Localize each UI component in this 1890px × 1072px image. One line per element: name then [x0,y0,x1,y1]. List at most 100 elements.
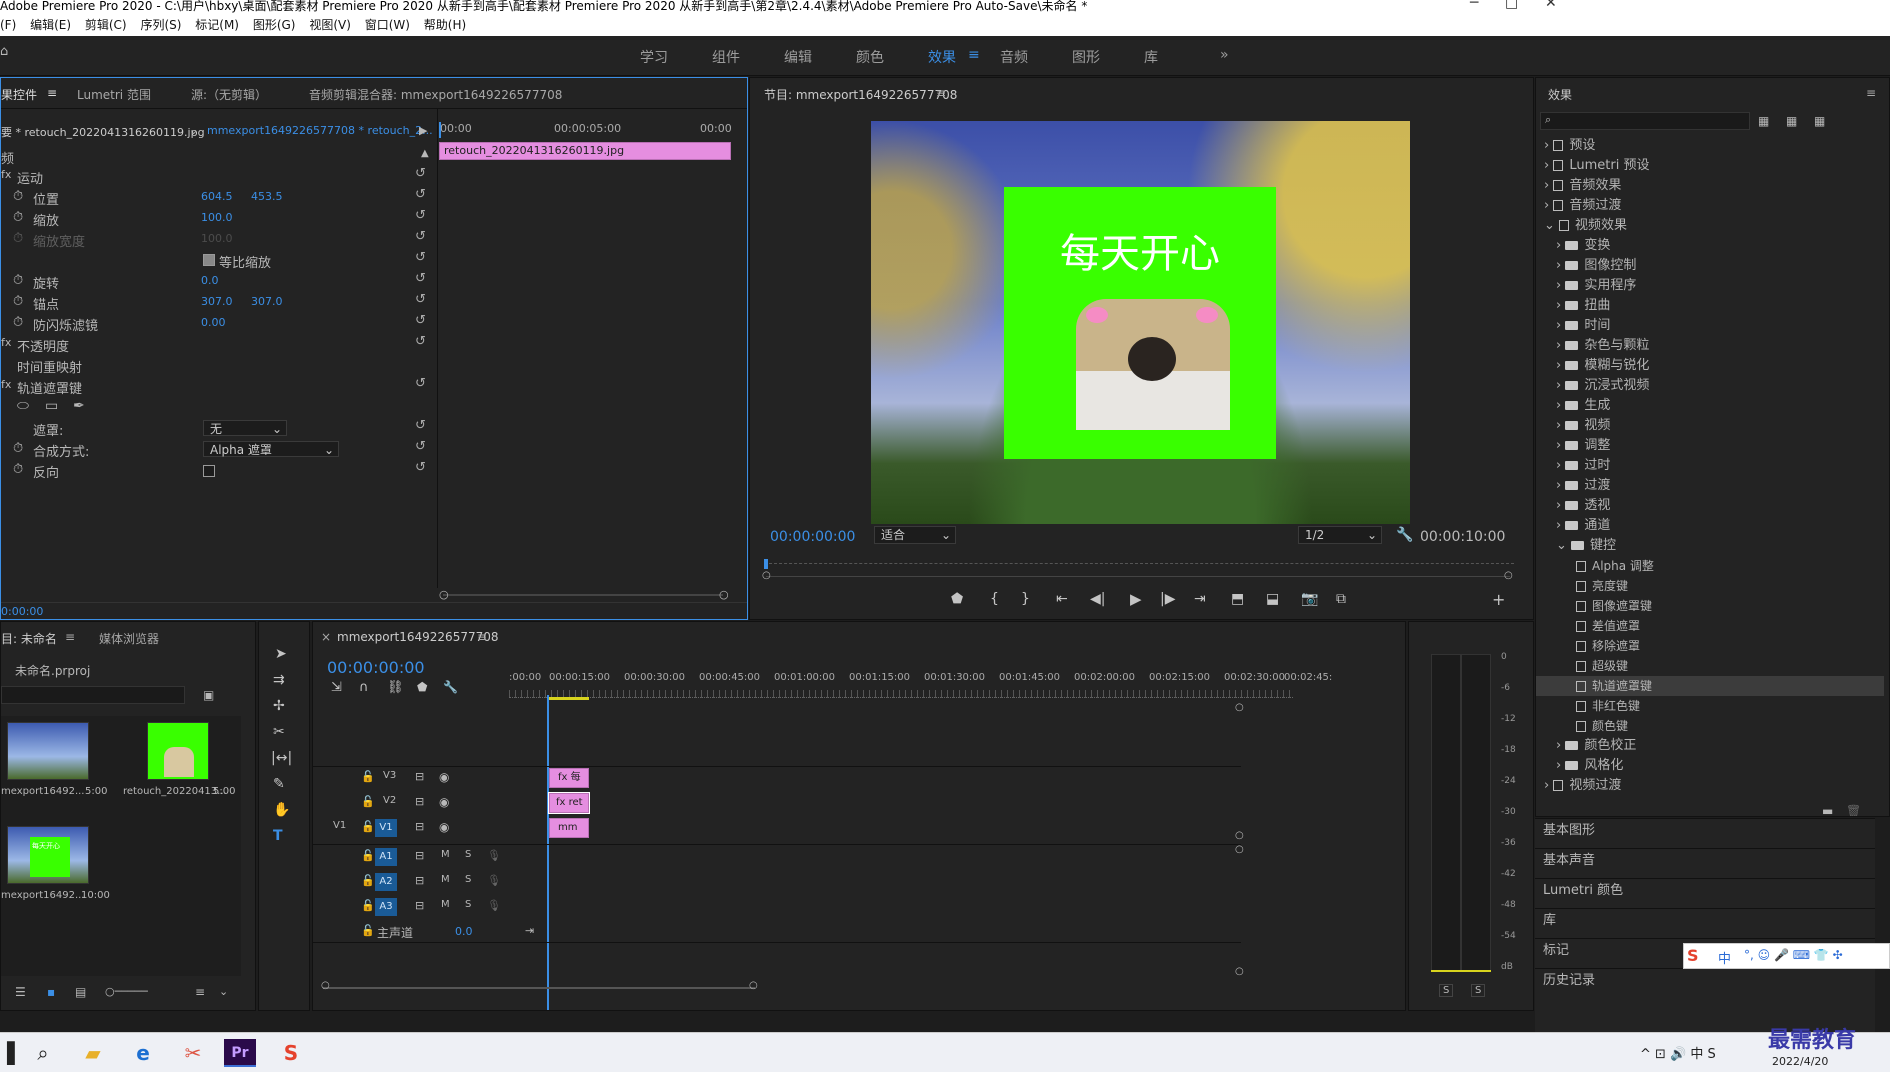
play-clip-icon[interactable]: ▶ [419,124,427,137]
ec-timecode[interactable]: 0:00:00 [1,605,43,618]
file-explorer-icon[interactable]: ▰ [78,1039,108,1067]
play-icon[interactable]: ▶ [1130,590,1142,608]
tree-item-video-effect[interactable]: › 通道 [1544,516,1884,536]
workspace-assembly[interactable]: 组件 [712,47,740,67]
track-target-a3[interactable]: A3 [375,898,397,916]
add-marker-icon[interactable]: ⬟ [417,680,427,694]
time-remap-row[interactable]: 时间重映射 [1,355,437,376]
maximize-icon[interactable]: □ [1505,0,1518,10]
scroll-handle-icon[interactable]: ○ [439,588,449,601]
tree-item-video-effect[interactable]: › 过渡 [1544,476,1884,496]
lock-icon[interactable]: 🔓 [361,795,375,808]
step-forward-icon[interactable]: |▶ [1160,591,1175,607]
pen-tool-icon[interactable]: ✎ [273,776,285,792]
tree-item-video-effect[interactable]: › 变换 [1544,236,1884,256]
zoom-handle-icon[interactable]: ○ [1504,570,1513,581]
go-to-end-icon[interactable]: ⇥ [525,924,534,937]
panel-menu-icon[interactable]: ≡ [47,86,57,100]
zoom-slider-handle[interactable]: ○───── [105,985,148,998]
source-patch-v1[interactable]: V1 [333,820,346,831]
trash-icon[interactable]: 🗑 [1846,804,1861,816]
tree-item-keying-effect[interactable]: 非红色键 [1544,696,1884,716]
project-item-thumb[interactable] [147,722,209,780]
scroll-handle-icon[interactable]: ○ [749,980,758,991]
timeline-ruler[interactable]: :00:00 00:00:15:00 00:00:30:00 00:00:45:… [509,672,1332,702]
program-playhead[interactable] [764,559,768,569]
tree-item-audio-effects[interactable]: › 音频效果 [1544,176,1884,196]
lock-icon[interactable]: 🔓 [361,770,375,783]
tree-item-lumetri-presets[interactable]: › Lumetri 预设 [1544,156,1884,176]
edge-icon[interactable]: e [128,1039,158,1067]
workspace-graphics[interactable]: 图形 [1072,47,1100,67]
workspace-libraries[interactable]: 库 [1144,47,1158,67]
ime-mode[interactable]: 中 [1718,948,1731,967]
sogou-taskbar-icon[interactable]: S [276,1039,306,1067]
tree-item-keying-effect[interactable]: 图像遮罩键 [1544,596,1884,616]
new-bin-icon[interactable]: ▣ [203,688,214,702]
tree-item-video-effect[interactable]: › 过时 [1544,456,1884,476]
sync-lock-icon[interactable]: ⊟ [415,770,424,783]
tree-item-keying-effect[interactable]: 颜色键 [1544,716,1884,736]
rotation-value[interactable]: 0.0 [201,274,219,287]
tree-item-keying-effect[interactable]: 超级键 [1544,656,1884,676]
export-frame-icon[interactable]: 📷 [1301,591,1318,607]
lift-icon[interactable]: ⬒ [1231,591,1244,607]
tree-item-video-effect[interactable]: › 时间 [1544,316,1884,336]
tab-audio-clip-mixer[interactable]: 音频剪辑混合器: mmexport1649226577708 [309,86,562,103]
flicker-value[interactable]: 0.00 [201,316,226,329]
tree-item-keying[interactable]: ⌄ 键控 [1544,536,1884,556]
solo-button[interactable]: S [465,874,471,885]
tree-item-video-effect[interactable]: › 透视 [1544,496,1884,516]
track-target-a2[interactable]: A2 [375,873,397,891]
reset-icon[interactable]: ↺ [415,334,426,349]
new-bin-icon[interactable]: ▬ [1822,804,1833,816]
tree-item-video-effect[interactable]: › 图像控制 [1544,256,1884,276]
stopwatch-icon[interactable]: ⏱ [13,189,23,204]
mark-in-icon[interactable]: { [990,591,999,607]
panel-essential-sound[interactable]: 基本声音 [1535,848,1875,872]
sync-lock-icon[interactable]: ⊟ [415,849,424,862]
project-search-input[interactable] [1,686,185,704]
sync-lock-icon[interactable]: ⊟ [415,795,424,808]
stopwatch-icon[interactable]: ⏱ [13,294,23,309]
tree-item-track-matte-key-selected[interactable]: 轨道遮罩键 [1536,676,1884,696]
accelerated-effects-icon[interactable]: ▦ [1758,114,1769,128]
panel-menu-icon[interactable]: ≡ [1866,86,1876,100]
menu-clip[interactable]: 剪辑(C) [85,18,127,32]
tree-item-video-effect[interactable]: › 模糊与锐化 [1544,356,1884,376]
solo-right-button[interactable]: S [1471,984,1486,997]
panel-history[interactable]: 历史记录 [1535,968,1875,992]
tree-item-video-effect[interactable]: › 生成 [1544,396,1884,416]
tree-item-video-effect[interactable]: › 风格化 [1544,756,1884,776]
tree-item-video-effects[interactable]: ⌄ 视频效果 [1544,216,1884,236]
menu-window[interactable]: 窗口(W) [365,18,410,32]
sync-lock-icon[interactable]: ⊟ [415,899,424,912]
reset-icon[interactable]: ↺ [415,313,426,328]
minimize-icon[interactable]: ─ [1470,0,1478,10]
chevron-down-icon[interactable]: ⌄ [219,985,228,998]
tree-item-keying-effect[interactable]: 移除遮罩 [1544,636,1884,656]
effects-title[interactable]: 效果 [1548,86,1572,103]
pen-mask-icon[interactable]: ✒ [73,398,85,414]
composite-dropdown[interactable]: Alpha 遮罩 ⌄ [203,441,339,457]
eye-icon[interactable]: ◉ [439,795,449,809]
mask-dropdown[interactable]: 无 ⌄ [203,420,287,436]
tree-item-video-effect[interactable]: › 调整 [1544,436,1884,456]
project-item-thumb[interactable] [7,722,89,780]
scale-value[interactable]: 100.0 [201,211,233,224]
sequence-clip-name[interactable]: mmexport1649226577708 * retouch_2... [207,124,433,137]
sogou-icon[interactable]: S [1687,946,1699,965]
eye-icon[interactable]: ◉ [439,770,449,784]
track-select-tool-icon[interactable]: ⇉ [273,672,285,688]
stopwatch-icon[interactable]: ⏱ [13,462,23,477]
32bit-effects-icon[interactable]: ▦ [1786,114,1797,128]
master-volume-value[interactable]: 0.0 [455,925,473,938]
menu-edit[interactable]: 编辑(E) [30,18,71,32]
panel-menu-icon[interactable]: ≡ [936,86,946,100]
menu-help[interactable]: 帮助(H) [424,18,466,32]
track-target-a1[interactable]: A1 [375,848,397,866]
search-icon[interactable]: ⌕ [28,1039,58,1067]
anchor-y-value[interactable]: 307.0 [251,295,283,308]
reset-icon[interactable]: ↺ [415,250,426,265]
timeline-title[interactable]: mmexport1649226577708 [337,630,499,644]
